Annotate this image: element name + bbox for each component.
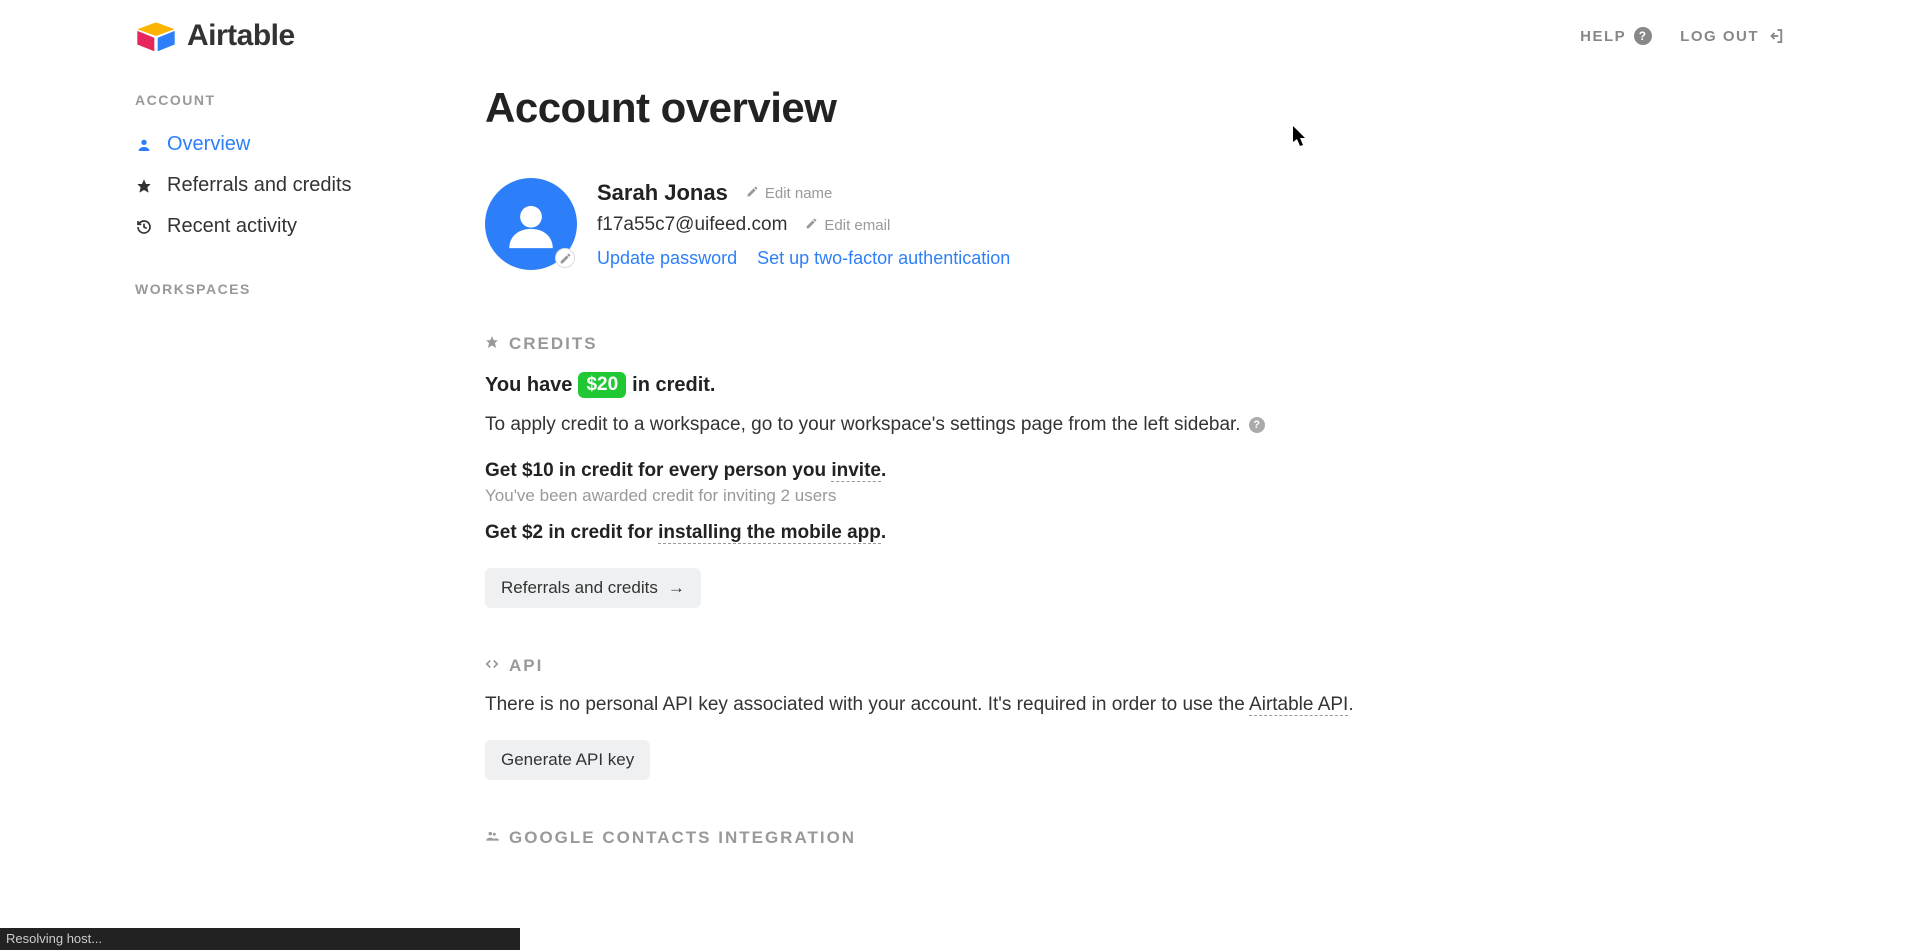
user-name: Sarah Jonas [597,180,728,206]
logout-icon [1767,27,1785,45]
credit-amount: $20 [578,372,626,398]
credit-invite-pre: Get $10 in credit for every person you [485,460,831,481]
avatar-edit-icon[interactable] [555,248,575,268]
sidebar-item-activity[interactable]: Recent activity [135,206,425,247]
avatar[interactable] [485,178,577,270]
credit-apply-text: To apply credit to a workspace, go to yo… [485,414,1241,436]
update-password-link[interactable]: Update password [597,248,737,269]
setup-2fa-link[interactable]: Set up two-factor authentication [757,248,1010,269]
credit-invite-sub: You've been awarded credit for inviting … [485,486,1545,506]
history-icon [135,219,153,235]
generate-api-key-button[interactable]: Generate API key [485,740,650,780]
sidebar-item-referrals[interactable]: Referrals and credits [135,165,425,206]
install-mobile-link[interactable]: installing the mobile app [658,522,881,544]
edit-name-link[interactable]: Edit name [746,185,833,202]
logout-label: LOG OUT [1680,28,1759,45]
api-section: API There is no personal API key associa… [485,656,1545,780]
sidebar-item-label: Referrals and credits [167,174,352,197]
pencil-icon [805,217,818,234]
page-title: Account overview [485,84,1545,132]
sidebar-heading-workspaces: WORKSPACES [135,281,425,297]
pencil-icon [746,185,759,202]
referrals-credits-button[interactable]: Referrals and credits → [485,568,701,608]
google-contacts-section: GOOGLE CONTACTS INTEGRATION [485,828,1545,848]
api-heading: API [509,656,543,676]
api-text-pre: There is no personal API key associated … [485,694,1249,715]
brand-name: Airtable [187,19,295,53]
code-icon [485,656,499,676]
edit-name-label: Edit name [765,185,833,202]
sidebar-item-overview[interactable]: Overview [135,124,425,165]
browser-status-bar: Resolving host... [0,928,520,950]
help-icon: ? [1634,27,1652,45]
sidebar-heading-account: ACCOUNT [135,92,425,108]
credit-text-pre: You have [485,374,572,397]
arrow-right-icon: → [668,578,685,598]
user-email: f17a55c7@uifeed.com [597,214,787,236]
credit-invite-post: . [881,460,886,481]
main-content: Account overview Sarah Jonas Edit name f… [485,82,1545,866]
sidebar: ACCOUNT Overview Referrals and credits R… [135,82,425,866]
gcontacts-heading: GOOGLE CONTACTS INTEGRATION [509,828,856,848]
star-icon [135,178,153,194]
api-text-post: . [1348,694,1353,715]
sidebar-item-label: Recent activity [167,215,297,238]
logout-link[interactable]: LOG OUT [1680,27,1785,45]
edit-email-link[interactable]: Edit email [805,217,890,234]
credit-mobile-pre: Get $2 in credit for [485,522,658,543]
help-label: HELP [1580,28,1626,45]
help-icon[interactable]: ? [1249,417,1265,433]
airtable-logo-icon [135,19,177,53]
credit-mobile-post: . [881,522,886,543]
credits-section: CREDITS You have $20 in credit. To apply… [485,334,1545,608]
airtable-api-link[interactable]: Airtable API [1249,694,1348,716]
credit-text-post: in credit. [632,374,715,397]
user-icon [135,137,153,153]
generate-api-label: Generate API key [501,750,634,770]
credits-heading: CREDITS [509,334,598,354]
users-icon [485,828,499,848]
sidebar-item-label: Overview [167,133,250,156]
star-icon [485,334,499,354]
edit-email-label: Edit email [824,217,890,234]
brand-logo[interactable]: Airtable [135,19,295,53]
invite-link[interactable]: invite [831,460,881,482]
referrals-btn-label: Referrals and credits [501,578,658,598]
help-link[interactable]: HELP ? [1580,27,1652,45]
